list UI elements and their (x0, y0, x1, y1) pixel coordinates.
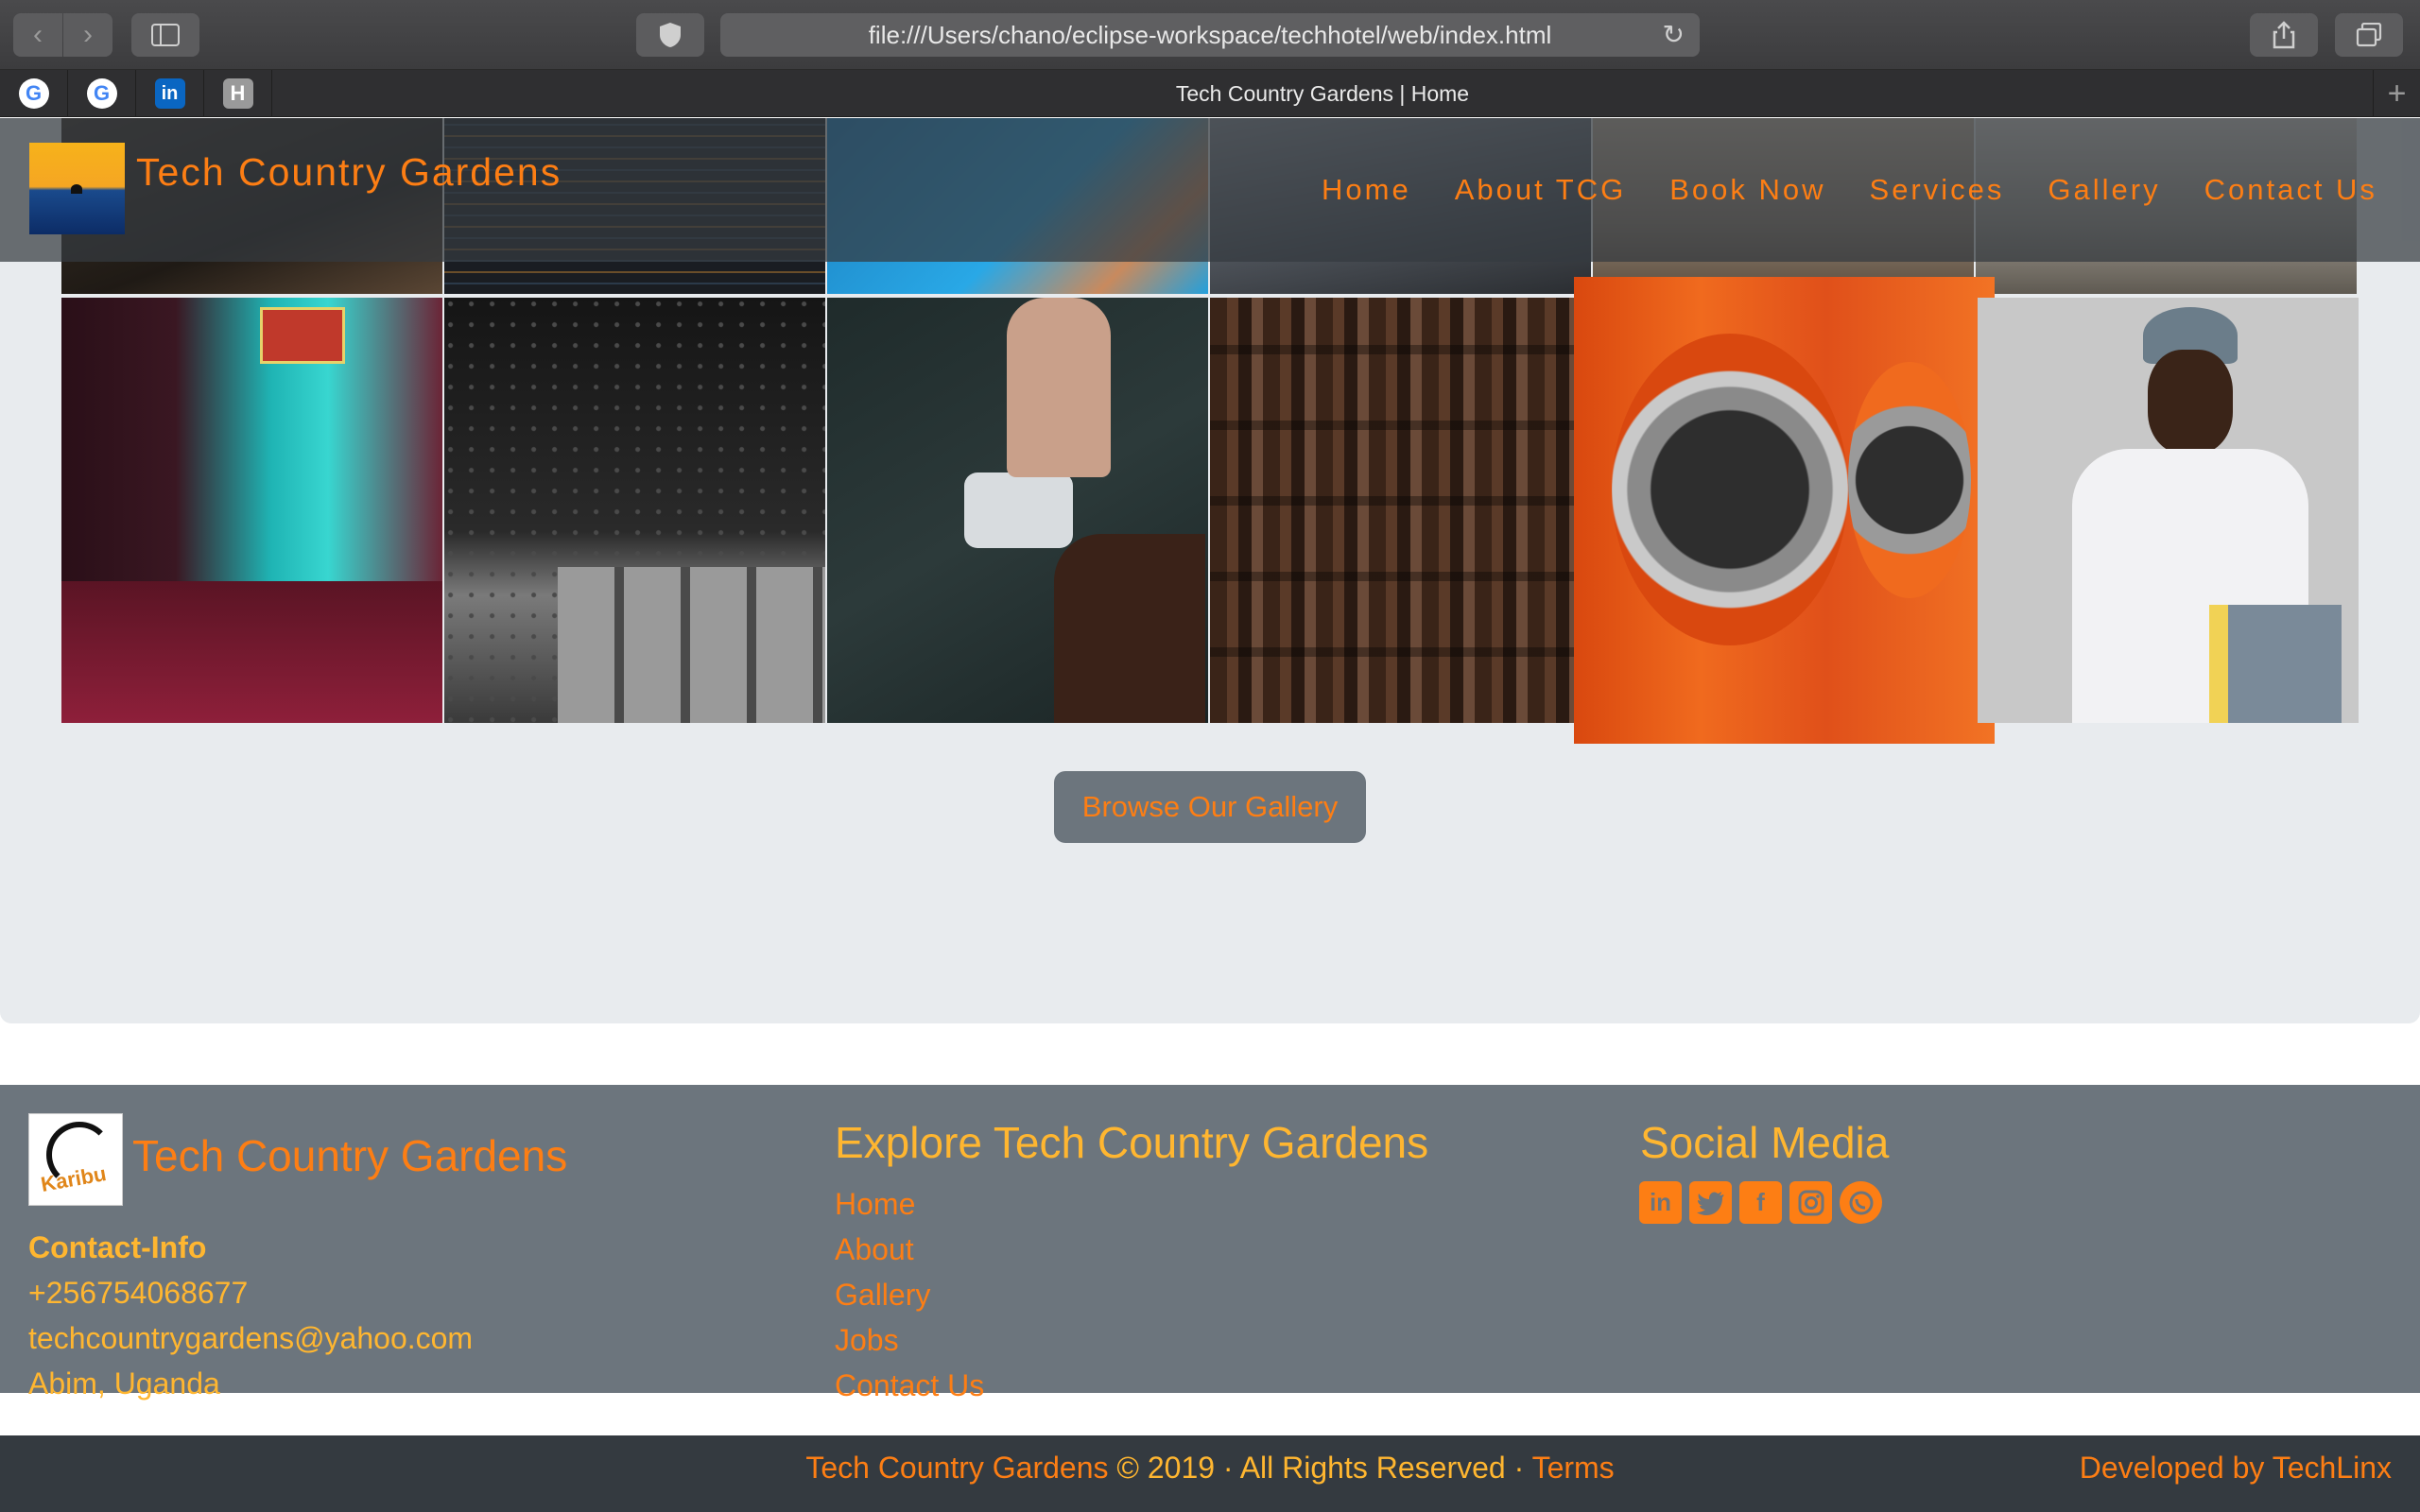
dryer-sign (260, 307, 345, 364)
twitter-bird (1696, 1191, 1723, 1215)
url-text: file:///Users/chano/eclipse-workspace/te… (868, 20, 1552, 49)
google-icon: G (86, 78, 117, 109)
h-icon: H (222, 78, 253, 109)
active-tab[interactable]: Tech Country Gardens | Home (274, 70, 2371, 117)
privacy-report-button[interactable] (636, 13, 704, 57)
site-logo[interactable] (29, 143, 125, 234)
google-icon: G (18, 78, 49, 109)
twitter-icon[interactable] (1689, 1181, 1732, 1224)
contact-heading: Contact-Info (28, 1230, 207, 1264)
share-icon (2273, 21, 2295, 49)
pinned-tab-h[interactable]: H (204, 70, 272, 117)
tab-overview-button[interactable] (2335, 13, 2403, 57)
contact-phone: +256754068677 (28, 1276, 249, 1310)
face (2148, 350, 2233, 454)
pinned-tab-linkedin[interactable]: in (136, 70, 204, 117)
copyright-text: © 2019 · All Rights Reserved · (1108, 1451, 1532, 1485)
pinned-tab-google-2[interactable]: G (68, 70, 136, 117)
site-brand[interactable]: Tech Country Gardens (136, 150, 562, 195)
main-nav: Home About TCG Book Now Services Gallery… (1322, 173, 2377, 207)
tab-title: Tech Country Gardens | Home (1175, 80, 1470, 106)
gallery-image-person (1978, 298, 2359, 723)
social-links: in f (1639, 1181, 1882, 1224)
gallery-image-leather-tools (827, 298, 1208, 723)
social-heading: Social Media (1640, 1118, 1890, 1167)
footer-link-home[interactable]: Home (835, 1187, 915, 1222)
footer-link-contact[interactable]: Contact Us (835, 1368, 984, 1403)
copyright-brand[interactable]: Tech Country Gardens (805, 1451, 1108, 1485)
washer-door (1848, 362, 1971, 598)
contact-location: Abim, Uganda (28, 1366, 220, 1400)
sidebar-toggle-button[interactable] (131, 13, 199, 57)
pinned-tab-google-1[interactable]: G (0, 70, 68, 117)
browser-toolbar: ‹ › file:///Users/chano/eclipse-workspac… (0, 0, 2420, 70)
whatsapp-icon[interactable] (1840, 1181, 1882, 1224)
sidebar-icon (151, 24, 180, 46)
nav-services[interactable]: Services (1870, 173, 2005, 207)
book (2209, 605, 2342, 723)
whatsapp-glyph (1849, 1191, 1873, 1214)
hand (1007, 298, 1111, 477)
site-header: Tech Country Gardens Home About TCG Book… (0, 118, 2420, 262)
instagram-icon[interactable] (1789, 1181, 1832, 1224)
contact-email: techcountrygardens@yahoo.com (28, 1321, 474, 1355)
nav-home[interactable]: Home (1322, 173, 1411, 207)
browse-gallery-button[interactable]: Browse Our Gallery (1054, 771, 1366, 843)
footer-link-jobs[interactable]: Jobs (835, 1323, 899, 1358)
nav-gallery[interactable]: Gallery (2048, 173, 2160, 207)
instagram-glyph (1798, 1190, 1824, 1215)
copyright: Tech Country Gardens © 2019 · All Rights… (0, 1451, 2420, 1486)
nav-contact[interactable]: Contact Us (2204, 173, 2377, 207)
nav-about[interactable]: About TCG (1455, 173, 1627, 207)
tab-bar: G G in H Tech Country Gardens | Home + (0, 70, 2420, 117)
wallet-rows (1210, 298, 1591, 723)
new-tab-button[interactable]: + (2373, 70, 2420, 117)
terms-link[interactable]: Terms (1532, 1451, 1615, 1485)
share-button[interactable] (2250, 13, 2318, 57)
nav-book-now[interactable]: Book Now (1669, 173, 1825, 207)
washer-door (1612, 334, 1848, 645)
gallery-image-wallets (1210, 298, 1591, 723)
gallery-image-laundromat-bw (444, 298, 825, 723)
gallery-image-orange-washers (1574, 277, 1995, 744)
developer-credit[interactable]: Developed by TechLinx (2080, 1451, 2392, 1486)
card-reader (964, 472, 1073, 548)
hand (1054, 534, 1205, 723)
site-footer: Karibu Tech Country Gardens Contact-Info… (0, 1085, 2420, 1402)
address-bar[interactable]: file:///Users/chano/eclipse-workspace/te… (720, 13, 1700, 57)
explore-heading: Explore Tech Country Gardens (835, 1118, 1429, 1167)
tabs-icon (2356, 23, 2382, 47)
facebook-icon[interactable]: f (1739, 1181, 1782, 1224)
linkedin-icon: in (154, 78, 185, 109)
back-button[interactable]: ‹ (13, 13, 62, 57)
shield-icon (660, 23, 681, 47)
reload-icon[interactable]: ↻ (1663, 19, 1685, 50)
footer-link-gallery[interactable]: Gallery (835, 1278, 930, 1313)
gallery-image-laundromat-teal (61, 298, 442, 723)
washers (558, 567, 825, 723)
forward-button[interactable]: › (63, 13, 112, 57)
linkedin-icon[interactable]: in (1639, 1181, 1682, 1224)
floor (61, 581, 442, 723)
footer-brand: Tech Country Gardens (132, 1131, 568, 1180)
footer-logo: Karibu (28, 1113, 123, 1206)
footer-link-about[interactable]: About (835, 1232, 914, 1267)
bottom-bar: Tech Country Gardens © 2019 · All Rights… (0, 1435, 2420, 1512)
